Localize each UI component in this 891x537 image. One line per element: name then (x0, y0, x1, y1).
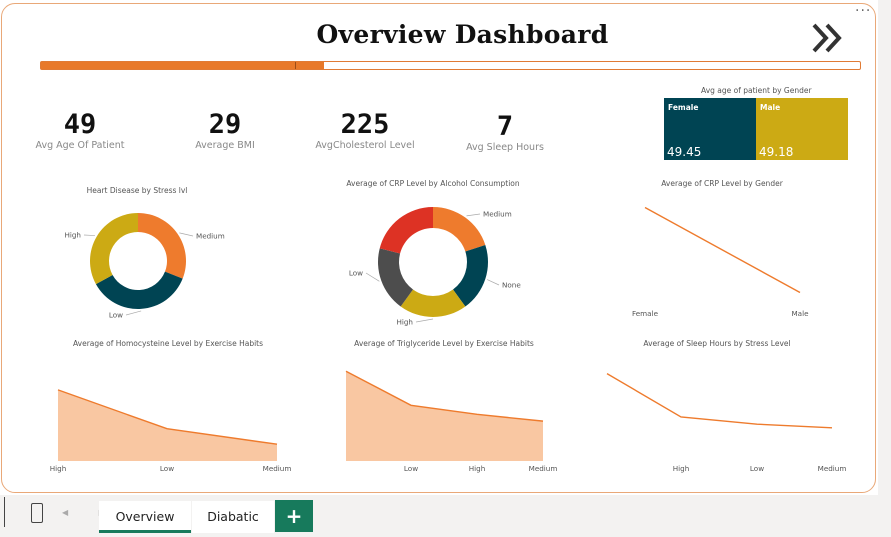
donut-slice (138, 213, 187, 279)
donut-slice (89, 213, 138, 285)
donut-label: High (396, 318, 413, 327)
x-tick-label: Medium (263, 464, 292, 473)
donut-label: None (502, 281, 521, 290)
x-tick-label: Female (632, 309, 659, 318)
donut-leader-line (125, 310, 142, 316)
report-canvas: ··· Overview Dashboard 49 Avg Age Of Pat… (0, 0, 878, 495)
x-tick-label: Medium (529, 464, 558, 473)
x-tick-label: Low (404, 464, 418, 473)
x-tick-label: High (469, 464, 486, 473)
donut-label: Low (349, 269, 363, 278)
tab-overview[interactable]: Overview (99, 501, 191, 533)
donut-label: High (64, 231, 81, 240)
page-view-edge (0, 497, 5, 527)
x-tick-label: Low (160, 464, 174, 473)
triglyceride-area (346, 371, 543, 461)
donut-label: Medium (483, 210, 512, 219)
donut-slice (433, 207, 486, 252)
donut-slice (95, 271, 183, 309)
donut-leader-line (487, 279, 500, 286)
donut-slice (400, 289, 466, 317)
page-tabs-bar: ◀ ▶ Overview Diabatic + (0, 497, 891, 537)
x-tick-label: Male (791, 309, 809, 318)
donut-label: Medium (196, 232, 225, 241)
crp-gender-line (644, 206, 801, 294)
donut-leader-line (365, 272, 380, 282)
donut-leader-line (179, 232, 194, 237)
tab-diabatic[interactable]: Diabatic (192, 501, 274, 533)
sleep-stress-line (606, 373, 833, 429)
x-tick-label: Low (750, 464, 764, 473)
donut-leader-line (83, 234, 95, 236)
mobile-layout-icon[interactable] (31, 503, 43, 523)
donut-leader-line (466, 213, 481, 217)
x-tick-label: Medium (818, 464, 847, 473)
donut-leader-line (415, 318, 434, 323)
donut-label: Low (109, 311, 123, 320)
add-page-button[interactable]: + (275, 500, 313, 532)
homocysteine-area (58, 389, 277, 461)
donut-slice (379, 207, 433, 254)
x-tick-label: High (673, 464, 690, 473)
charts-layer: Medium Low High Medium None High Low Female Male… (50, 206, 847, 473)
x-tick-label: High (50, 464, 67, 473)
